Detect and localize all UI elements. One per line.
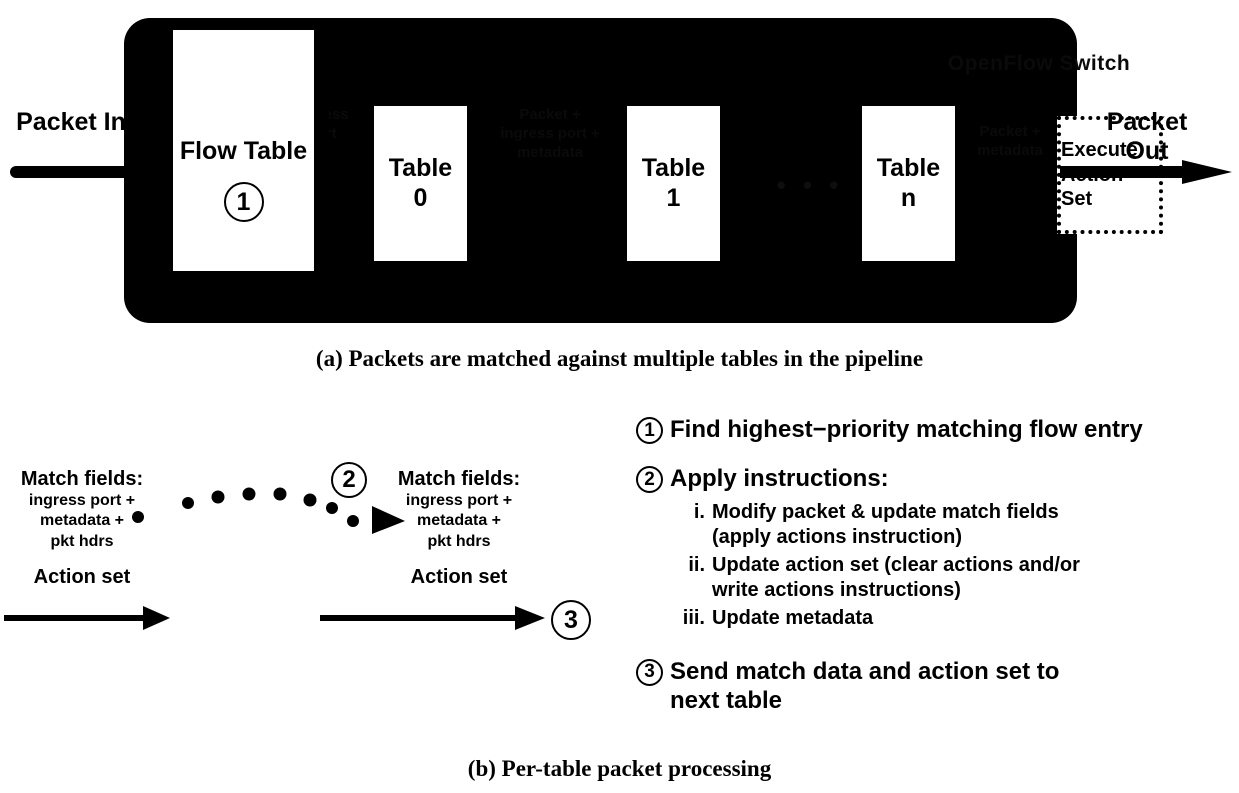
input-action-set-label: Action set: [33, 566, 131, 589]
packet-in-line: [10, 166, 140, 178]
table-1-index: 1: [666, 183, 681, 212]
substep-i-marker: i.: [693, 500, 705, 523]
step-2-substep-i: i. Modify packet & update match fields (…: [678, 500, 1236, 550]
step-3-marker: 3: [551, 600, 591, 640]
switch-title-label: OpenFlow Switch: [947, 52, 1131, 75]
pipeline-table-n[interactable]: Table n: [862, 106, 955, 261]
caption-b: (b) Per-table packet processing: [467, 756, 772, 781]
step-3-text: Send match data and action set to next t…: [670, 657, 1060, 714]
pipeline-ellipsis-icon: • • •: [776, 170, 844, 200]
table-n-index: n: [900, 183, 917, 212]
incoming-packet-arrow-icon: [4, 606, 170, 630]
step-3-row: 3 Send match data and action set to next…: [636, 657, 1236, 716]
processing-steps-list: 1 Find highest−priority matching flow en…: [636, 415, 1236, 721]
flow-table-box[interactable]: Flow Table 1: [170, 27, 317, 274]
substep-iii-marker: iii.: [682, 606, 705, 629]
step-2-block: 2 Apply instructions: i. Modify packet &…: [636, 464, 1236, 630]
substep-iii-text: Update metadata: [712, 606, 874, 629]
packet-in-label: Packet In: [16, 108, 126, 136]
pipeline-table-0[interactable]: Table 0: [374, 106, 467, 261]
substep-i-text: Modify packet & update match fields (app…: [712, 500, 1059, 548]
step-2-substep-ii: ii. Update action set (clear actions and…: [678, 553, 1236, 603]
caption-a: (a) Packets are matched against multiple…: [315, 346, 924, 371]
match-fields-dotted-path-icon: [132, 487, 359, 527]
substep-ii-marker: ii.: [688, 553, 705, 576]
outgoing-packet-arrow-icon: [320, 606, 545, 630]
flow-table-step-1-marker: 1: [223, 182, 264, 222]
output-match-fields-heading: Match fields:: [397, 468, 521, 490]
packet-out-label: Packet Out: [1106, 108, 1188, 165]
table-n-name: Table: [876, 154, 941, 182]
step-1-circle: 1: [636, 417, 663, 444]
step-1-number: 1: [636, 415, 670, 444]
step-2-substep-iii: iii. Update metadata: [678, 606, 1236, 631]
input-match-fields-detail: ingress port + metadata + pkt hdrs: [28, 492, 136, 550]
step-1-row: 1 Find highest−priority matching flow en…: [636, 415, 1236, 444]
step-1-text: Find highest−priority matching flow entr…: [670, 416, 1143, 443]
step-3-block: 3 Send match data and action set to next…: [636, 657, 1236, 716]
step-2-text: Apply instructions:: [670, 465, 889, 493]
output-match-fields-detail: ingress port + metadata + pkt hdrs: [405, 492, 513, 550]
step-2-number: 2: [636, 464, 670, 494]
output-action-set-label: Action set: [410, 566, 508, 589]
input-match-fields-block: Match fields: ingress port + metadata + …: [8, 468, 156, 589]
step-2-circle: 2: [636, 466, 663, 494]
packet-out-arrow-icon: [1060, 160, 1232, 184]
packet-metadata-note-last: Packet + metadata: [977, 123, 1043, 159]
table-0-name: Table: [388, 154, 453, 182]
table-1-name: Table: [641, 154, 706, 182]
substep-ii-text: Update action set (clear actions and/or …: [712, 553, 1080, 601]
step-3-number: 3: [636, 657, 670, 686]
output-match-fields-block: Match fields: ingress port + metadata + …: [385, 468, 533, 589]
input-match-fields-heading: Match fields:: [20, 468, 144, 490]
flow-table-label: Flow Table: [179, 137, 308, 165]
step-2-row: 2 Apply instructions:: [636, 464, 1236, 494]
step-2-marker: 2: [331, 462, 367, 498]
table-0-index: 0: [413, 183, 428, 212]
packet-metadata-note-first: Packet + ingress port + metadata: [500, 106, 600, 161]
step-3-circle-marker: 3: [636, 658, 663, 686]
pipeline-table-1[interactable]: Table 1: [627, 106, 720, 261]
